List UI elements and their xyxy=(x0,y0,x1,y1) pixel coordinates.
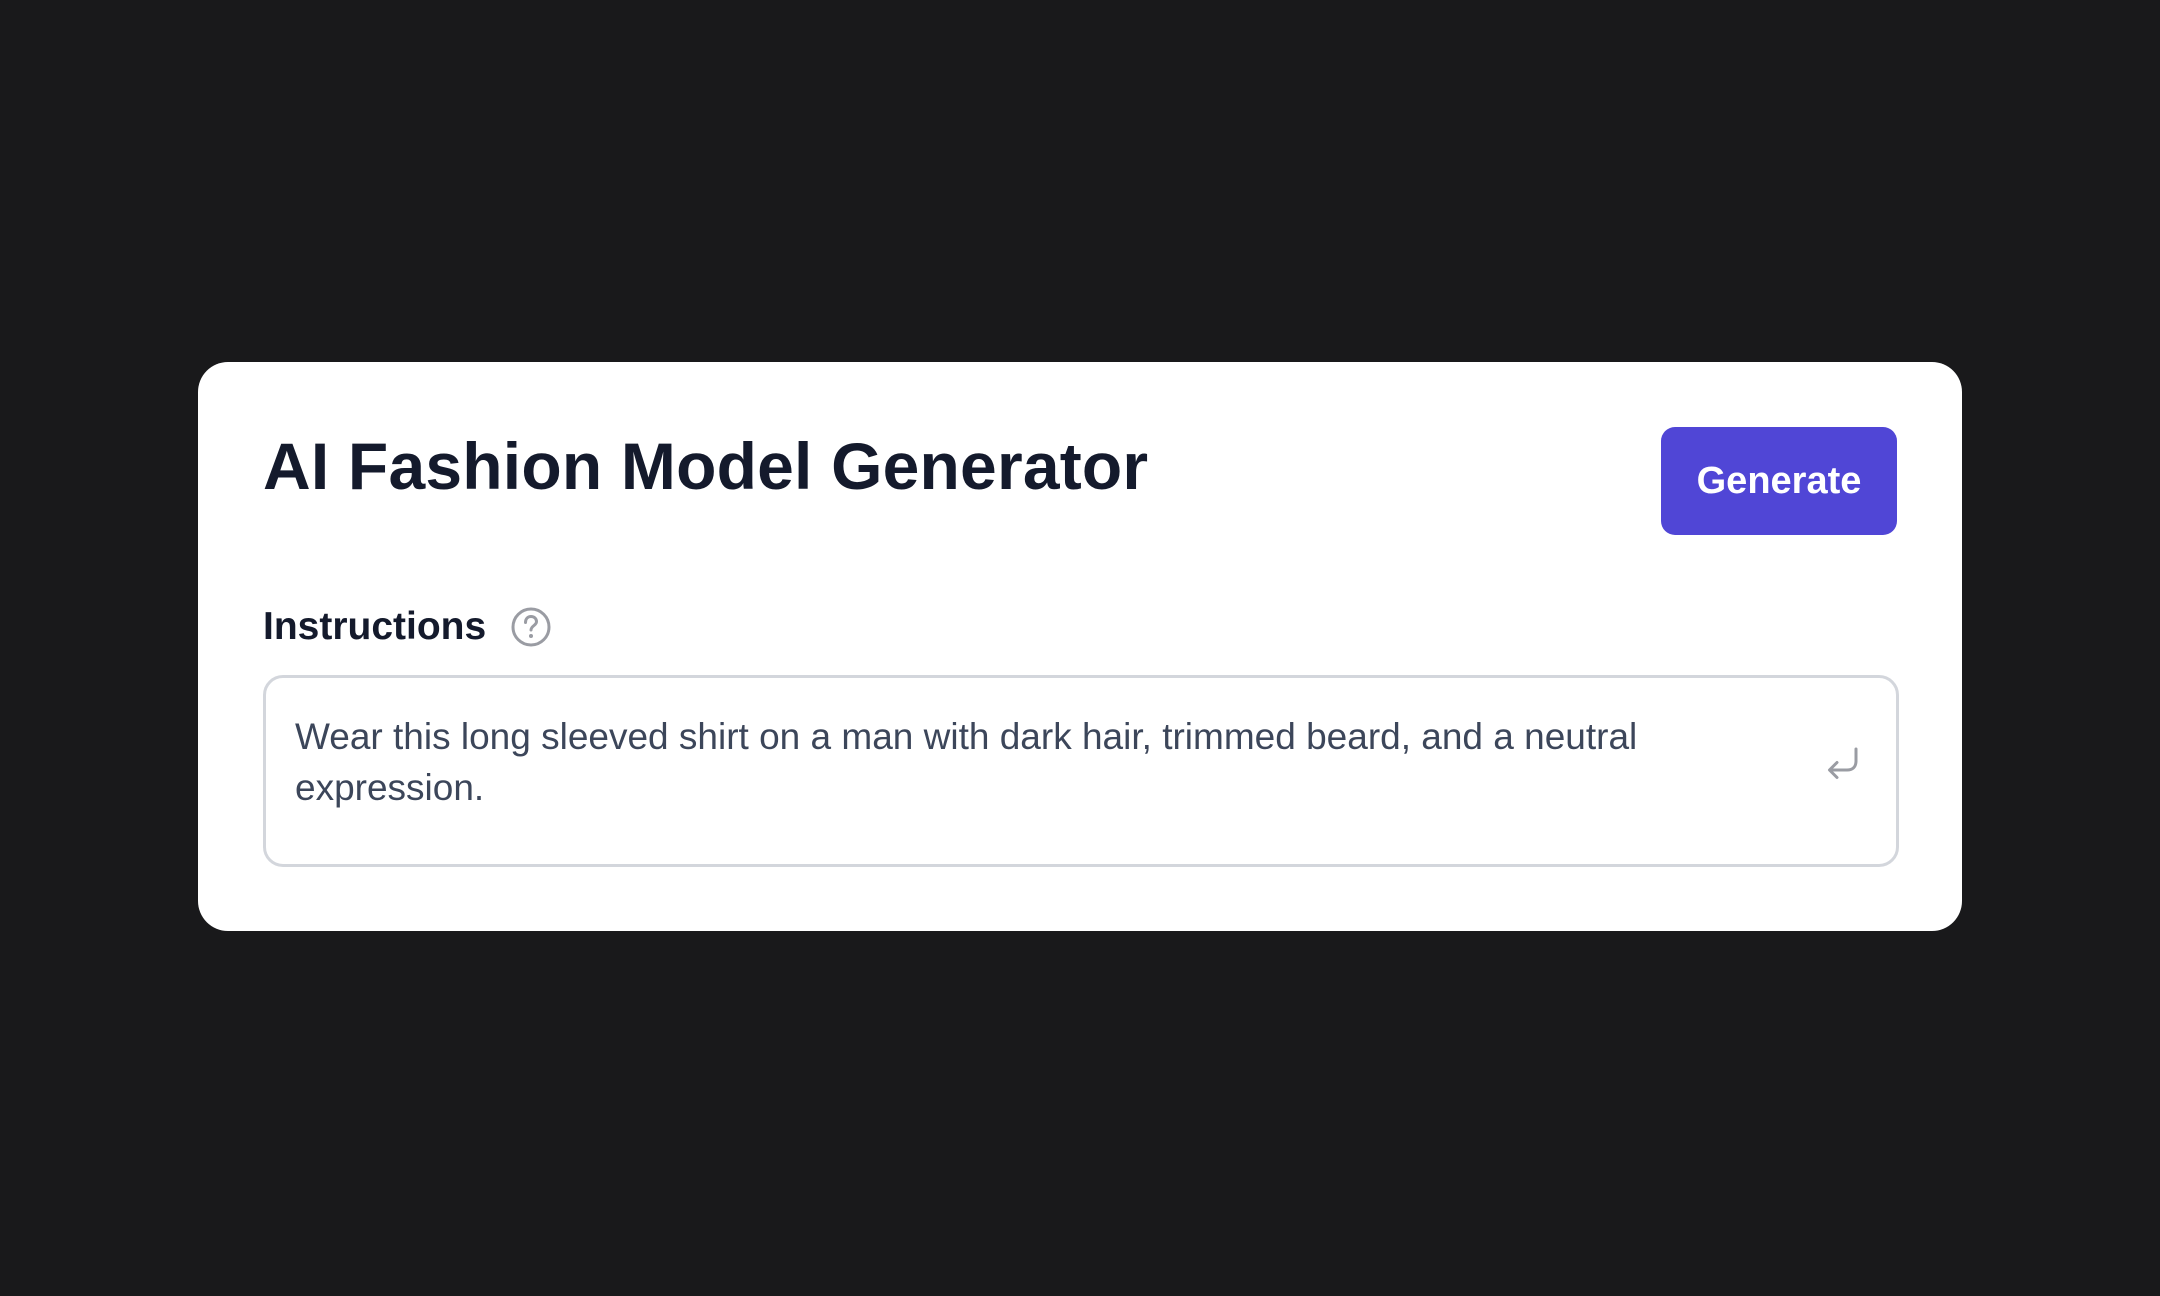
question-circle-icon[interactable] xyxy=(510,606,552,648)
page-title: AI Fashion Model Generator xyxy=(263,429,1149,503)
generate-button[interactable]: Generate xyxy=(1661,427,1897,535)
instructions-label-row: Instructions xyxy=(263,602,552,652)
instructions-label: Instructions xyxy=(263,605,487,648)
instructions-text[interactable]: Wear this long sleeved shirt on a man wi… xyxy=(295,711,1795,813)
generator-card: AI Fashion Model Generator Generate Inst… xyxy=(198,362,1962,931)
instructions-field[interactable]: Wear this long sleeved shirt on a man wi… xyxy=(263,675,1899,867)
enter-return-icon[interactable] xyxy=(1822,742,1864,784)
